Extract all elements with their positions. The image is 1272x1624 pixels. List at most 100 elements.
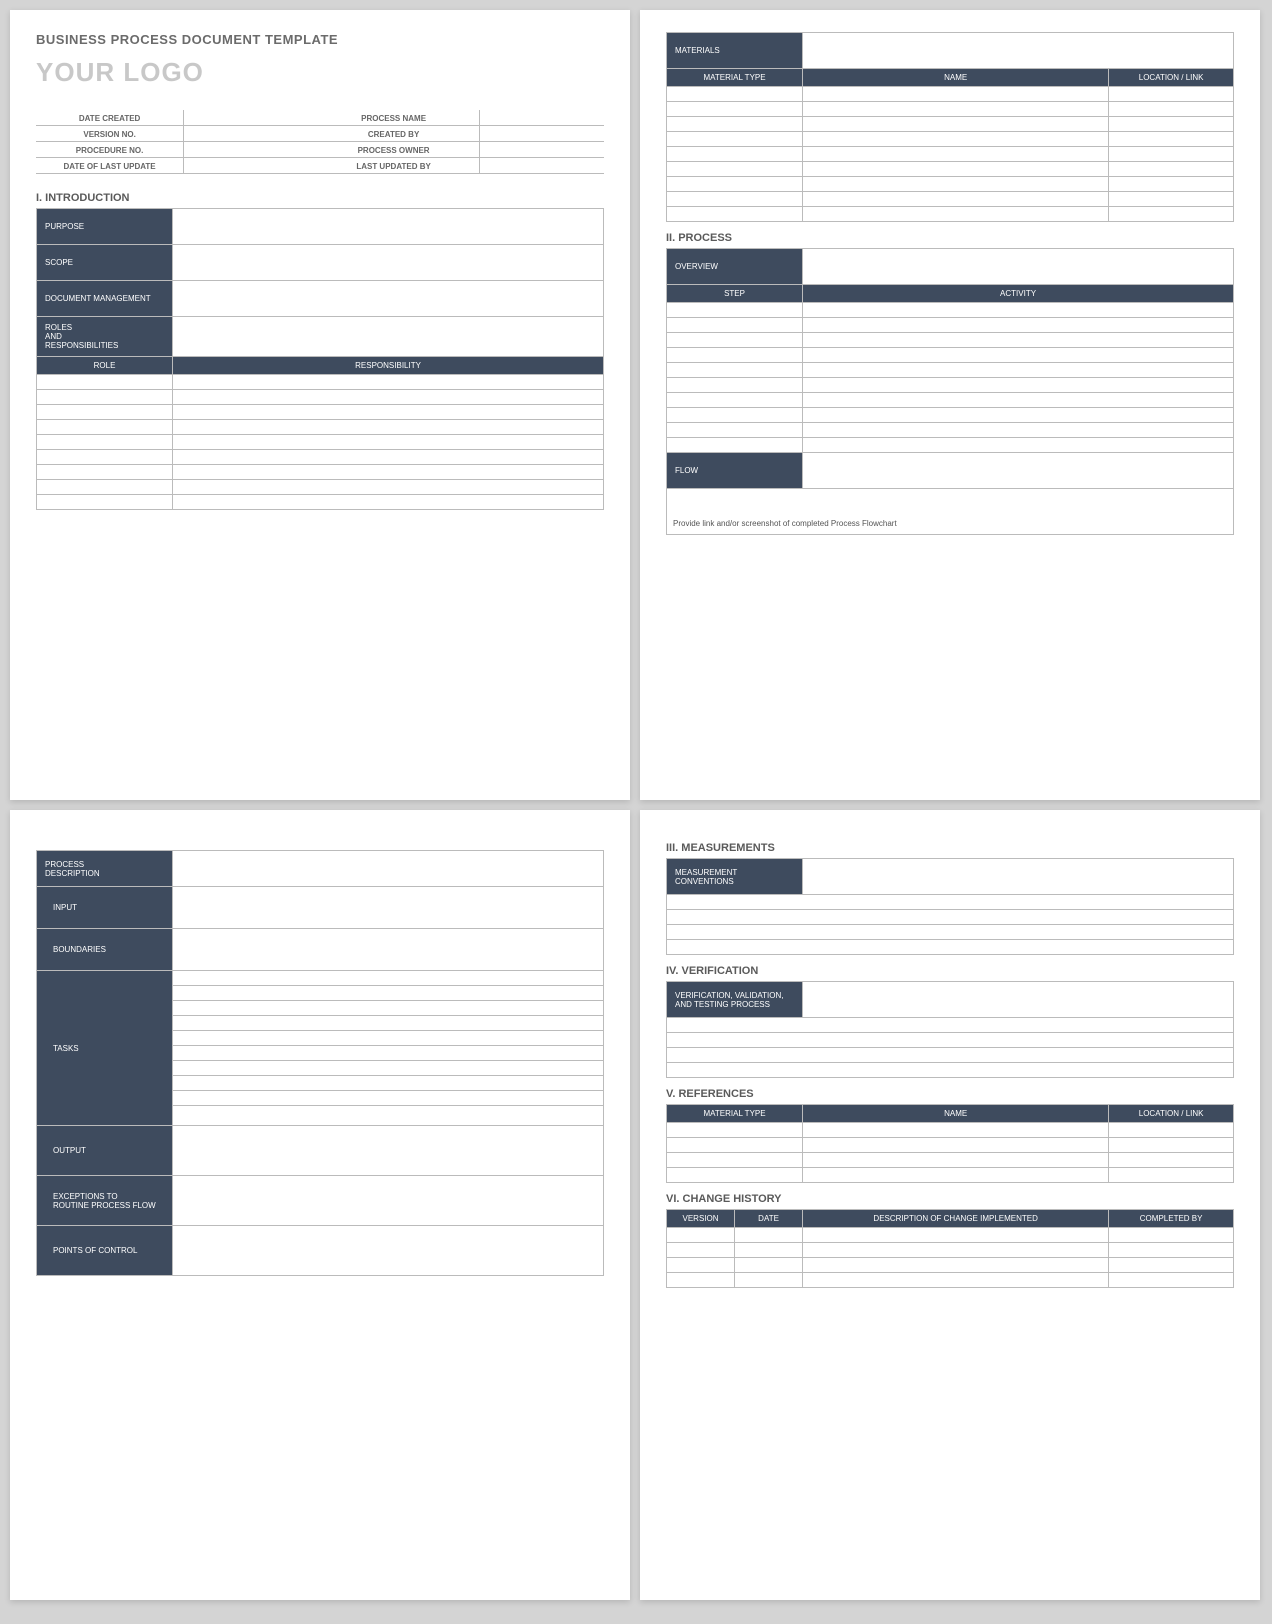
table-cell (667, 423, 803, 438)
activity-header: ACTIVITY (803, 285, 1234, 303)
table-cell (803, 303, 1234, 318)
flow-note-text: Provide link and/or screenshot of comple… (667, 489, 1233, 534)
table-cell (173, 495, 604, 510)
process-description-table: PROCESS DESCRIPTION INPUT BOUNDARIES TAS… (36, 850, 604, 1276)
table-cell (803, 132, 1109, 147)
table-cell (173, 1016, 604, 1031)
meta-date-last-update-value (184, 158, 309, 174)
table-cell (1109, 1228, 1234, 1243)
scope-label: SCOPE (37, 245, 173, 281)
table-cell (735, 1243, 803, 1258)
table-cell (667, 1048, 1234, 1063)
table-cell (667, 207, 803, 222)
table-cell (667, 333, 803, 348)
document-management-label: DOCUMENT MANAGEMENT (37, 281, 173, 317)
table-cell (667, 102, 803, 117)
meta-process-name-value (479, 110, 604, 126)
boundaries-value (173, 929, 604, 971)
table-cell (37, 435, 173, 450)
table-cell (173, 1031, 604, 1046)
step-header: STEP (667, 285, 803, 303)
table-cell (803, 192, 1109, 207)
section-change-history: VI. CHANGE HISTORY (666, 1193, 1234, 1205)
table-cell (173, 1061, 604, 1076)
table-cell (37, 465, 173, 480)
purpose-label: PURPOSE (37, 209, 173, 245)
name-header: NAME (803, 1105, 1109, 1123)
tasks-label: TASKS (37, 971, 173, 1126)
location-link-header: LOCATION / LINK (1109, 69, 1234, 87)
table-cell (1109, 1123, 1234, 1138)
meta-table: DATE CREATED PROCESS NAME VERSION NO. CR… (36, 110, 604, 174)
table-cell (803, 147, 1109, 162)
meta-process-name-label: PROCESS NAME (309, 110, 479, 126)
document-title: BUSINESS PROCESS DOCUMENT TEMPLATE (36, 32, 604, 47)
table-cell (1109, 207, 1234, 222)
page-2: MATERIALS MATERIAL TYPENAMELOCATION / LI… (640, 10, 1260, 800)
table-cell (667, 1273, 735, 1288)
exceptions-label: EXCEPTIONS TO ROUTINE PROCESS FLOW (37, 1176, 173, 1226)
table-cell (667, 1153, 803, 1168)
role-header: ROLE (37, 357, 173, 375)
table-cell (667, 132, 803, 147)
process-table: OVERVIEW STEPACTIVITY FLOW Provide link … (666, 248, 1234, 535)
overview-label: OVERVIEW (667, 249, 803, 285)
table-cell (173, 390, 604, 405)
table-cell (667, 1168, 803, 1183)
points-of-control-value (173, 1226, 604, 1276)
table-cell (173, 450, 604, 465)
table-cell (803, 1243, 1109, 1258)
materials-label: MATERIALS (667, 33, 803, 69)
meta-version-no-label: VERSION NO. (36, 126, 184, 142)
overview-value (803, 249, 1234, 285)
table-cell (1109, 1258, 1234, 1273)
meta-date-created-value (184, 110, 309, 126)
output-value (173, 1126, 604, 1176)
table-cell (173, 1076, 604, 1091)
meta-last-updated-by-label: LAST UPDATED BY (309, 158, 479, 174)
table-cell (803, 438, 1234, 453)
responsibility-header: RESPONSIBILITY (173, 357, 604, 375)
table-cell (1109, 1168, 1234, 1183)
table-cell (803, 1258, 1109, 1273)
table-cell (173, 986, 604, 1001)
boundaries-label: BOUNDARIES (37, 929, 173, 971)
references-table: MATERIAL TYPENAMELOCATION / LINK (666, 1104, 1234, 1183)
verification-label: VERIFICATION, VALIDATION, AND TESTING PR… (667, 982, 803, 1018)
points-of-control-label: POINTS OF CONTROL (37, 1226, 173, 1276)
page-1: BUSINESS PROCESS DOCUMENT TEMPLATE YOUR … (10, 10, 630, 800)
table-cell (37, 420, 173, 435)
section-references: V. REFERENCES (666, 1088, 1234, 1100)
table-cell (667, 378, 803, 393)
table-cell (667, 925, 1234, 940)
table-cell (667, 147, 803, 162)
measurement-conventions-value (803, 859, 1234, 895)
table-cell (803, 117, 1109, 132)
table-cell (173, 465, 604, 480)
table-cell (37, 390, 173, 405)
table-cell (803, 378, 1234, 393)
table-cell (173, 1091, 604, 1106)
table-cell (173, 420, 604, 435)
measurements-table: MEASUREMENT CONVENTIONS (666, 858, 1234, 955)
table-cell (667, 1033, 1234, 1048)
date-header: DATE (735, 1210, 803, 1228)
table-cell (667, 940, 1234, 955)
section-process: II. PROCESS (666, 232, 1234, 244)
material-type-header: MATERIAL TYPE (667, 69, 803, 87)
table-cell (1109, 102, 1234, 117)
table-cell (667, 1123, 803, 1138)
table-cell (667, 348, 803, 363)
meta-date-created-label: DATE CREATED (36, 110, 184, 126)
table-cell (735, 1273, 803, 1288)
version-header: VERSION (667, 1210, 735, 1228)
material-type-header: MATERIAL TYPE (667, 1105, 803, 1123)
table-cell (37, 495, 173, 510)
table-cell (803, 1228, 1109, 1243)
table-cell (667, 87, 803, 102)
table-cell (1109, 1273, 1234, 1288)
table-cell (803, 1273, 1109, 1288)
table-cell (667, 303, 803, 318)
table-cell (803, 318, 1234, 333)
table-cell (803, 1123, 1109, 1138)
